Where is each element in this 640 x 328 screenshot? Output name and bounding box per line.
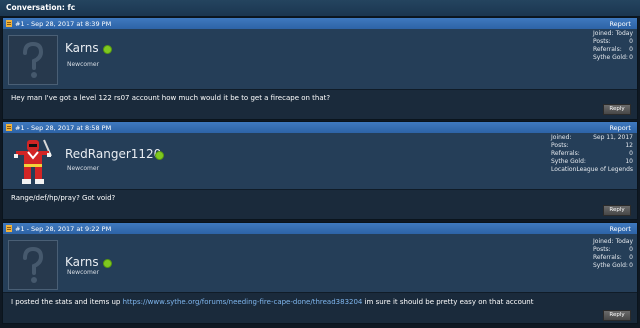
avatar[interactable] — [8, 35, 58, 85]
conversation-header: Conversation: fc — [0, 0, 640, 17]
user-stats: Joined: Sep 11, 2017 Posts: 12 Referrals: 0… — [551, 134, 633, 174]
stat-label: Referrals: — [551, 150, 580, 157]
message-text: im sure it should be pretty easy on that… — [362, 298, 534, 306]
username[interactable]: Karns — [65, 41, 99, 55]
stat-value: Today — [615, 30, 633, 37]
stat-value: 0 — [629, 54, 633, 61]
report-link[interactable]: Report — [609, 20, 631, 28]
stat-value: 0 — [629, 254, 633, 261]
placeholder-avatar-icon — [23, 41, 44, 78]
post-number-date: #1 - Sep 28, 2017 at 9:22 PM — [15, 224, 112, 233]
reply-button[interactable]: Reply — [603, 310, 631, 321]
report-link[interactable]: Report — [609, 124, 631, 132]
user-stats: Joined: Today Posts: 0 Referrals: 0 Sythe G… — [593, 30, 633, 62]
user-info-panel: Karns Newcomer Joined: Today Posts: 0 Refe… — [3, 29, 637, 90]
stat-label: Sythe Gold: — [593, 54, 628, 61]
post-2: #1 - Sep 28, 2017 at 8:58 PM Report RedR… — [2, 121, 638, 220]
message-text: I posted the stats and items up — [11, 298, 123, 306]
reply-button[interactable]: Reply — [603, 104, 631, 115]
user-info-panel: Karns Newcomer Joined: Today Posts: 0 Refe… — [3, 234, 637, 293]
post-document-icon — [6, 225, 12, 232]
username[interactable]: Karns — [65, 255, 99, 269]
post-message: I posted the stats and items up https://… — [11, 298, 533, 306]
thread-link[interactable]: https://www.sythe.org/forums/needing-fir… — [123, 298, 363, 306]
stat-value: 0 — [629, 246, 633, 253]
user-stats: Joined: Today Posts: 0 Referrals: 0 Sythe G… — [593, 238, 633, 270]
stat-label: Joined: — [551, 134, 572, 141]
report-link[interactable]: Report — [609, 225, 631, 233]
stat-value: 0 — [629, 150, 633, 157]
post-header-bar: #1 - Sep 28, 2017 at 8:39 PM Report — [3, 18, 637, 29]
stat-label: Sythe Gold: — [551, 158, 586, 165]
post-message: Range/def/hp/pray? Got void? — [11, 194, 116, 202]
stat-label: Joined: — [593, 238, 614, 245]
user-title: Newcomer — [67, 61, 100, 68]
avatar[interactable] — [11, 136, 57, 188]
stat-value: 10 — [625, 158, 633, 165]
post-number-date: #1 - Sep 28, 2017 at 8:39 PM — [15, 19, 112, 28]
stat-value: 12 — [625, 142, 633, 149]
stat-label: Referrals: — [593, 254, 622, 261]
online-status-icon — [103, 45, 112, 54]
stat-value: 0 — [629, 262, 633, 269]
stat-label: Location: — [551, 166, 579, 173]
post-header-bar: #1 - Sep 28, 2017 at 8:58 PM Report — [3, 122, 637, 133]
post-number-date: #1 - Sep 28, 2017 at 8:58 PM — [15, 123, 112, 132]
stat-value: League of Legends — [576, 166, 633, 173]
stat-label: Posts: — [593, 38, 611, 45]
conversation-title: Conversation: fc — [6, 3, 76, 12]
user-title: Newcomer — [67, 269, 100, 276]
post-document-icon — [6, 20, 12, 27]
post-header-bar: #1 - Sep 28, 2017 at 9:22 PM Report — [3, 223, 637, 234]
post-message: Hey man I've got a level 122 rs07 accoun… — [11, 94, 331, 102]
stat-label: Sythe Gold: — [593, 262, 628, 269]
stat-value: Today — [615, 238, 633, 245]
stat-label: Posts: — [593, 246, 611, 253]
user-info-panel: RedRanger1120 Newcomer Joined: Sep 11, 20… — [3, 133, 637, 190]
stat-label: Referrals: — [593, 46, 622, 53]
avatar[interactable] — [8, 240, 58, 290]
username[interactable]: RedRanger1120 — [65, 147, 161, 161]
online-status-icon — [155, 151, 164, 160]
placeholder-avatar-icon — [23, 246, 44, 283]
stat-value: 0 — [629, 46, 633, 53]
stat-label: Joined: — [593, 30, 614, 37]
user-title: Newcomer — [67, 165, 100, 172]
red-ranger-avatar-icon — [14, 139, 52, 184]
stat-value: 0 — [629, 38, 633, 45]
online-status-icon — [103, 259, 112, 268]
post-3: #1 - Sep 28, 2017 at 9:22 PM Report Karn… — [2, 222, 638, 324]
post-1: #1 - Sep 28, 2017 at 8:39 PM Report Karn… — [2, 17, 638, 120]
stat-value: Sep 11, 2017 — [593, 134, 633, 141]
reply-button[interactable]: Reply — [603, 205, 631, 216]
post-document-icon — [6, 124, 12, 131]
stat-label: Posts: — [551, 142, 569, 149]
